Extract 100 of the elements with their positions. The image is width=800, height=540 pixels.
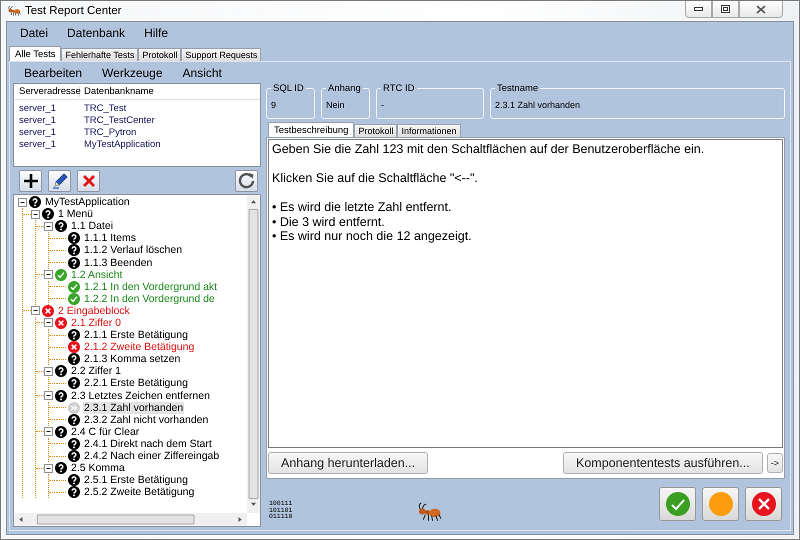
group-label: RTC ID (382, 83, 416, 94)
question-icon (68, 232, 80, 244)
table-cell-text: TRC_TestCenter (83, 114, 156, 126)
tab[interactable]: Fehlerhafte Tests (61, 48, 138, 61)
fail-button[interactable] (745, 487, 782, 521)
plus-icon (22, 172, 38, 188)
question-icon (68, 353, 80, 366)
tab[interactable]: Support Requests (181, 48, 262, 61)
check-icon (68, 280, 80, 293)
tree-item[interactable]: 2.1.3 Komma setzen (83, 353, 182, 366)
tree-item[interactable]: 1.2.2 In den Vordergrund de (83, 292, 216, 305)
collapse-icon[interactable] (18, 198, 27, 207)
question-icon (68, 329, 80, 342)
table-cell-text: server_1 (19, 138, 57, 150)
menu-item[interactable]: Hilfe (144, 26, 168, 40)
tab[interactable]: Informationen (397, 124, 461, 137)
table-cell-text: TRC_Test (83, 102, 128, 114)
minimize-button[interactable] (685, 1, 712, 18)
group-label: Anhang (327, 83, 362, 94)
tree-item[interactable]: 2 Eingabeblock (57, 304, 131, 317)
collapse-icon[interactable] (31, 210, 40, 219)
field-value: 2.3.1 Zahl vorhanden (495, 100, 582, 110)
tree-item[interactable]: 2.2.1 Erste Betätigung (83, 377, 189, 390)
menu-item[interactable]: Datei (20, 26, 48, 40)
tab[interactable]: Protokoll (138, 48, 182, 61)
minimize-icon (694, 7, 703, 11)
pending-button[interactable] (702, 487, 739, 521)
check-icon (666, 492, 690, 516)
table-cell-text: TRC_Pytron (83, 126, 138, 138)
collapse-icon[interactable] (44, 391, 53, 400)
collapse-icon[interactable] (44, 318, 53, 328)
tree-item[interactable]: 1.1.1 Items (83, 232, 137, 244)
tree-item[interactable]: 2.3.2 Zahl nicht vorhanden (83, 414, 210, 426)
tree-item[interactable]: 2.5 Komma (70, 462, 126, 474)
download-button[interactable]: Anhang herunterladen... (268, 452, 428, 474)
table-cell-text: server_1 (19, 114, 57, 126)
tree-item[interactable]: 2.1.1 Erste Betätigung (83, 329, 189, 342)
next-button[interactable]: -> (766, 453, 783, 473)
restore-icon (721, 5, 730, 13)
tree-item[interactable]: 2.4 C für Clear (70, 426, 140, 438)
table-cell-text: server_1 (19, 126, 57, 138)
tree-item[interactable]: 2.1.2 Zweite Betätigung (83, 341, 196, 354)
collapse-icon[interactable] (44, 222, 53, 231)
check-icon (55, 268, 67, 281)
question-icon (42, 208, 54, 220)
menu-item[interactable]: Ansicht (182, 66, 222, 80)
pass-button[interactable] (659, 487, 696, 521)
tree-item[interactable]: 1.2 Ansicht (70, 268, 124, 281)
question-icon (55, 220, 67, 232)
question-icon (68, 474, 80, 486)
tab[interactable]: Alle Tests (9, 46, 62, 61)
refresh-button[interactable] (235, 170, 258, 192)
collapse-icon[interactable] (44, 464, 53, 473)
column-header[interactable]: Serveradresse (19, 86, 80, 97)
tree-item[interactable]: 1.1.2 Verlauf löschen (83, 244, 184, 256)
run-button[interactable]: Komponententests ausführen... (563, 452, 763, 474)
question-icon (55, 426, 67, 438)
tree-item[interactable]: MyTestApplication (44, 196, 131, 208)
collapse-icon[interactable] (44, 366, 53, 376)
collapse-icon[interactable] (44, 427, 53, 436)
tree-item[interactable]: 2.4.1 Direkt nach dem Start (83, 438, 213, 450)
tree-item[interactable]: 2.3.1 Zahl vorhanden (83, 402, 184, 414)
tree-item[interactable]: 2.1 Ziffer 0 (70, 316, 122, 329)
skip-icon (68, 402, 80, 414)
question-icon (68, 244, 80, 256)
description-text: Klicken Sie auf die Schaltfläche "<--". (272, 171, 479, 186)
collapse-icon[interactable] (44, 270, 53, 280)
cross-icon (82, 174, 96, 188)
close-button[interactable] (739, 1, 783, 18)
tab[interactable]: Testbeschreibung (268, 122, 354, 137)
tree-item[interactable]: 1 Menü (57, 208, 94, 220)
field-value: Nein (326, 100, 346, 110)
horizontal-scrollbar[interactable] (14, 513, 247, 526)
group-label: Testname (496, 83, 540, 94)
cross-icon (68, 341, 80, 354)
table-cell-text: MyTestApplication (83, 138, 162, 150)
collapse-icon[interactable] (31, 306, 40, 316)
column-header[interactable]: Datenbankname (80, 86, 260, 97)
cross-icon (42, 304, 54, 317)
tree-item[interactable]: 1.2.1 In den Vordergrund akt (83, 280, 218, 293)
tree-item[interactable]: 1.1.3 Beenden (83, 256, 154, 269)
tree-item[interactable]: 2.4.2 Nach einer Ziffereingab (83, 450, 220, 462)
vertical-scrollbar[interactable] (247, 195, 260, 513)
delete-button[interactable] (77, 170, 100, 192)
question-icon (55, 390, 67, 402)
tab[interactable]: Protokoll (354, 124, 398, 137)
tree-item[interactable]: 2.2 Ziffer 1 (70, 365, 122, 378)
menu-item[interactable]: Bearbeiten (24, 66, 82, 80)
tree-item[interactable]: 2.5.2 Zweite Betätigung (83, 486, 196, 498)
group-label: SQL ID (272, 83, 305, 94)
edit-button[interactable] (48, 170, 71, 192)
menu-item[interactable]: Datenbank (67, 26, 126, 40)
tree-item[interactable]: 2.5.1 Erste Betätigung (83, 474, 189, 486)
tree-item[interactable]: 1.1 Datei (70, 220, 114, 232)
circle-icon (708, 492, 732, 516)
pencil-icon (52, 172, 68, 188)
tree-item[interactable]: 2.3 Letztes Zeichen entfernen (70, 390, 211, 402)
menu-item[interactable]: Werkzeuge (102, 66, 163, 80)
maximize-button[interactable] (712, 1, 739, 18)
add-button[interactable] (19, 170, 42, 192)
